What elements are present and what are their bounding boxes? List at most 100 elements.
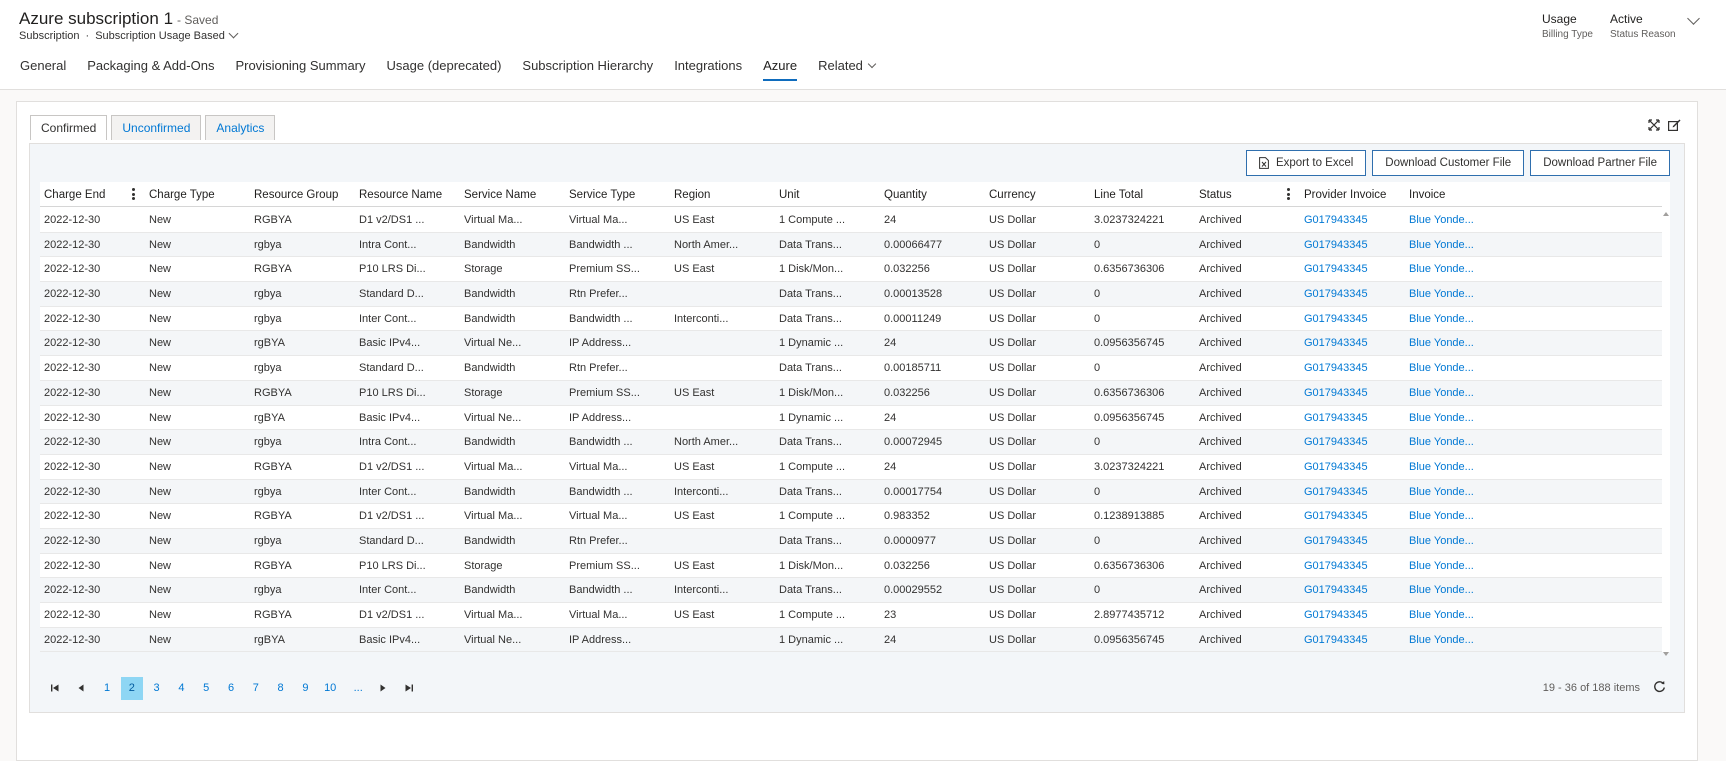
cell-invoice[interactable]: Blue Yonde... xyxy=(1405,406,1510,430)
cell-invoice[interactable]: Blue Yonde... xyxy=(1405,208,1510,232)
subtab-analytics[interactable]: Analytics xyxy=(205,115,276,140)
tab-related[interactable]: Related xyxy=(818,58,877,81)
table-row[interactable]: 2022-12-30 New rgBYA Basic IPv4... Virtual N… xyxy=(40,406,1662,431)
form-selector[interactable]: Subscription Usage Based xyxy=(95,30,225,42)
previous-page-icon[interactable] xyxy=(70,677,92,700)
tab-general[interactable]: General xyxy=(20,58,66,81)
table-row[interactable]: 2022-12-30 New rgBYA Basic IPv4... Virtual N… xyxy=(40,627,1662,653)
scroll-down-arrow-icon[interactable] xyxy=(1663,652,1669,656)
more-pages-button[interactable]: ... xyxy=(347,677,369,700)
page-button-4[interactable]: 4 xyxy=(170,677,192,700)
cell-invoice[interactable]: Blue Yonde... xyxy=(1405,504,1510,528)
page-button-9[interactable]: 9 xyxy=(294,677,316,700)
column-header-unit[interactable]: Unit xyxy=(775,182,880,207)
download-partner-file-button[interactable]: Download Partner File xyxy=(1530,150,1670,176)
column-header-quantity[interactable]: Quantity xyxy=(880,182,985,207)
column-menu-icon[interactable] xyxy=(132,188,135,200)
column-header-service-type[interactable]: Service Type xyxy=(565,182,670,207)
cell-provider-invoice[interactable]: G017943345 xyxy=(1300,233,1405,257)
page-button-7[interactable]: 7 xyxy=(245,677,267,700)
table-row[interactable]: 2022-12-30 New rgbya Intra Cont... Bandwidth… xyxy=(40,430,1662,455)
cell-invoice[interactable]: Blue Yonde... xyxy=(1405,282,1510,306)
table-row[interactable]: 2022-12-30 New rgBYA Basic IPv4... Virtual N… xyxy=(40,331,1662,357)
cell-invoice[interactable]: Blue Yonde... xyxy=(1405,628,1510,652)
table-row[interactable]: 2022-12-30 New rgbya Intra Cont... Bandwidth… xyxy=(40,232,1662,258)
tab-provisioning-summary[interactable]: Provisioning Summary xyxy=(235,58,365,81)
cell-provider-invoice[interactable]: G017943345 xyxy=(1300,208,1405,232)
cell-invoice[interactable]: Blue Yonde... xyxy=(1405,356,1510,380)
cell-provider-invoice[interactable]: G017943345 xyxy=(1300,257,1405,281)
cell-invoice[interactable]: Blue Yonde... xyxy=(1405,381,1510,405)
cell-invoice[interactable]: Blue Yonde... xyxy=(1405,554,1510,578)
refresh-icon[interactable] xyxy=(1653,680,1666,698)
table-row[interactable]: 2022-12-30 New rgbya Standard D... Bandwidth… xyxy=(40,356,1662,381)
edit-icon[interactable] xyxy=(1668,119,1681,131)
column-header-line-total[interactable]: Line Total xyxy=(1090,182,1195,207)
column-header-charge-type[interactable]: Charge Type xyxy=(145,182,250,207)
cell-invoice[interactable]: Blue Yonde... xyxy=(1405,529,1510,553)
table-row[interactable]: 2022-12-30 New rgbya Inter Cont... Bandwidth… xyxy=(40,307,1662,332)
cell-invoice[interactable]: Blue Yonde... xyxy=(1405,257,1510,281)
table-row[interactable]: 2022-12-30 New rgbya Inter Cont... Bandwidth… xyxy=(40,578,1662,603)
table-row[interactable]: 2022-12-30 New RGBYA D1 v2/DS1 ... Virtual M… xyxy=(40,208,1662,233)
cell-invoice[interactable]: Blue Yonde... xyxy=(1405,430,1510,454)
cell-invoice[interactable]: Blue Yonde... xyxy=(1405,233,1510,257)
tab-usage-deprecated[interactable]: Usage (deprecated) xyxy=(387,58,502,81)
cell-provider-invoice[interactable]: G017943345 xyxy=(1300,406,1405,430)
cell-provider-invoice[interactable]: G017943345 xyxy=(1300,504,1405,528)
tab-packaging[interactable]: Packaging & Add-Ons xyxy=(87,58,214,81)
table-row[interactable]: 2022-12-30 New RGBYA P10 LRS Di... Storage Pr… xyxy=(40,554,1662,579)
expand-header-chevron-icon[interactable] xyxy=(1687,12,1700,25)
first-page-icon[interactable] xyxy=(44,677,66,700)
cell-provider-invoice[interactable]: G017943345 xyxy=(1300,578,1405,602)
cell-invoice[interactable]: Blue Yonde... xyxy=(1405,455,1510,479)
table-row[interactable]: 2022-12-30 New RGBYA P10 LRS Di... Storage Pr… xyxy=(40,380,1662,406)
cell-provider-invoice[interactable]: G017943345 xyxy=(1300,529,1405,553)
tab-azure[interactable]: Azure xyxy=(763,58,797,81)
column-header-invoice[interactable]: Invoice xyxy=(1405,182,1510,207)
table-row[interactable]: 2022-12-30 New RGBYA P10 LRS Di... Storage Pr… xyxy=(40,257,1662,283)
cell-invoice[interactable]: Blue Yonde... xyxy=(1405,331,1510,355)
column-header-status[interactable]: Status xyxy=(1195,182,1300,207)
column-header-provider-invoice[interactable]: Provider Invoice xyxy=(1300,182,1405,207)
cell-provider-invoice[interactable]: G017943345 xyxy=(1300,307,1405,331)
cell-provider-invoice[interactable]: G017943345 xyxy=(1300,628,1405,652)
page-button-1[interactable]: 1 xyxy=(96,677,118,700)
tab-integrations[interactable]: Integrations xyxy=(674,58,742,81)
page-button-8[interactable]: 8 xyxy=(270,677,292,700)
subtab-confirmed[interactable]: Confirmed xyxy=(30,115,108,140)
page-button-6[interactable]: 6 xyxy=(220,677,242,700)
page-button-10[interactable]: 10 xyxy=(319,677,341,700)
vertical-scrollbar[interactable] xyxy=(1662,208,1670,656)
cell-invoice[interactable]: Blue Yonde... xyxy=(1405,578,1510,602)
table-row[interactable]: 2022-12-30 New RGBYA D1 v2/DS1 ... Virtual M… xyxy=(40,455,1662,480)
column-header-resource-name[interactable]: Resource Name xyxy=(355,182,460,207)
export-to-excel-button[interactable]: Export to Excel xyxy=(1245,150,1367,176)
column-header-currency[interactable]: Currency xyxy=(985,182,1090,207)
cell-invoice[interactable]: Blue Yonde... xyxy=(1405,307,1510,331)
table-row[interactable]: 2022-12-30 New rgbya Standard D... Bandwidth… xyxy=(40,528,1662,554)
tab-subscription-hierarchy[interactable]: Subscription Hierarchy xyxy=(522,58,653,81)
cell-provider-invoice[interactable]: G017943345 xyxy=(1300,603,1405,627)
cell-provider-invoice[interactable]: G017943345 xyxy=(1300,554,1405,578)
cell-provider-invoice[interactable]: G017943345 xyxy=(1300,282,1405,306)
cell-provider-invoice[interactable]: G017943345 xyxy=(1300,381,1405,405)
next-page-icon[interactable] xyxy=(372,677,394,700)
column-header-resource-group[interactable]: Resource Group xyxy=(250,182,355,207)
cell-invoice[interactable]: Blue Yonde... xyxy=(1405,603,1510,627)
expand-icon[interactable] xyxy=(1648,119,1660,131)
column-header-charge-end[interactable]: Charge End xyxy=(40,182,145,207)
scroll-up-arrow-icon[interactable] xyxy=(1663,212,1669,216)
download-customer-file-button[interactable]: Download Customer File xyxy=(1372,150,1525,176)
column-menu-icon[interactable] xyxy=(1287,188,1290,200)
cell-invoice[interactable]: Blue Yonde... xyxy=(1405,480,1510,504)
cell-provider-invoice[interactable]: G017943345 xyxy=(1300,480,1405,504)
cell-provider-invoice[interactable]: G017943345 xyxy=(1300,356,1405,380)
page-button-3[interactable]: 3 xyxy=(146,677,168,700)
cell-provider-invoice[interactable]: G017943345 xyxy=(1300,430,1405,454)
chevron-down-icon[interactable] xyxy=(228,28,239,38)
table-row[interactable]: 2022-12-30 New rgbya Standard D... Bandwidth… xyxy=(40,282,1662,307)
column-header-region[interactable]: Region xyxy=(670,182,775,207)
cell-provider-invoice[interactable]: G017943345 xyxy=(1300,455,1405,479)
last-page-icon[interactable] xyxy=(398,677,420,700)
